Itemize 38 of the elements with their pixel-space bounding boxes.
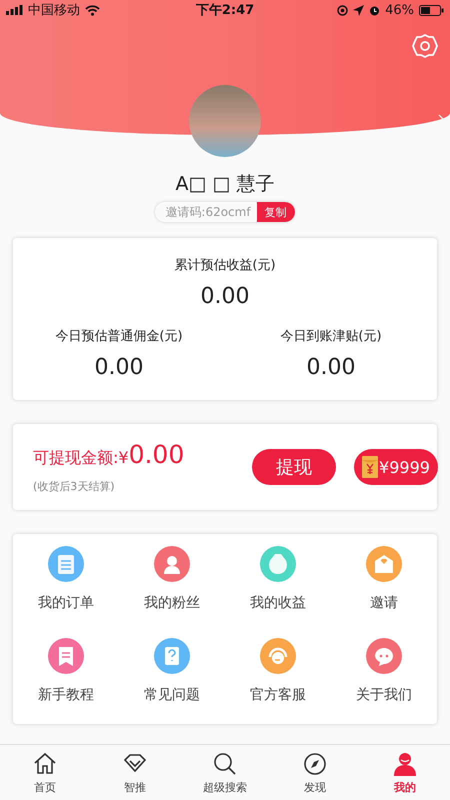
invite-code: 邀请码:62ocmf (164, 204, 252, 220)
stat-label: 今日预估普通佣金(元) (55, 328, 183, 345)
carrier-text: 中国移动 (28, 2, 80, 19)
stat-label: 今日到账津贴(元) (280, 328, 382, 345)
envelope-icon (362, 456, 378, 478)
search-tab-icon (212, 751, 238, 777)
tab-item[interactable]: 智推 (90, 745, 180, 800)
withdrawable-amount: 可提现金额:¥0.00 (33, 440, 186, 469)
total-earnings-value: 0.00 (200, 284, 250, 309)
location-icon (353, 4, 364, 16)
tab-item[interactable]: 首页 (0, 745, 90, 800)
tab-item[interactable]: 我的 (360, 745, 450, 800)
withdraw-button[interactable]: 提现 (252, 449, 336, 485)
menu-label[interactable]: 官方客服 (250, 686, 306, 704)
tab-item[interactable]: 超级搜索 (180, 745, 270, 800)
settings-icon[interactable] (412, 33, 438, 59)
menu-label[interactable]: 新手教程 (38, 686, 94, 704)
menu-label[interactable]: 邀请 (370, 594, 398, 612)
total-earnings-label: 累计预估收益(元) (174, 257, 276, 274)
battery-icon (419, 4, 444, 16)
stat-value: 0.00 (94, 355, 144, 380)
settlement-note: (收货后3天结算) (33, 479, 116, 494)
wifi-icon (85, 4, 100, 16)
menu-label[interactable]: 常见问题 (144, 686, 200, 704)
battery-percent: 46% (385, 2, 414, 18)
bonus-button[interactable]: ¥9999 (354, 449, 438, 485)
home-tab-icon (32, 751, 58, 777)
tab-item[interactable]: 发现 (270, 745, 360, 800)
chevron-icon[interactable] (438, 114, 444, 122)
menu-label[interactable]: 关于我们 (356, 686, 412, 704)
menu-label[interactable]: 我的订单 (38, 594, 94, 612)
menu-label[interactable]: 我的收益 (250, 594, 306, 612)
status-time: 下午2:47 (196, 2, 254, 19)
user-name: A□ □ 慧子 (176, 172, 274, 197)
menu-label[interactable]: 我的粉丝 (144, 594, 200, 612)
copy-button[interactable]: 复制 (256, 202, 295, 222)
signal-icon (6, 5, 23, 15)
stat-value: 0.00 (306, 355, 356, 380)
